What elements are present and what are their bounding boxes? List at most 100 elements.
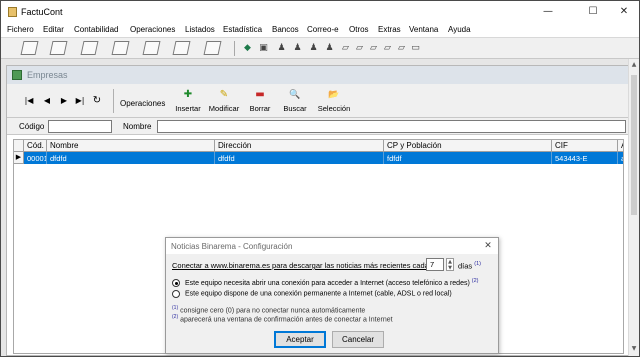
empresas-toolbar: |◀ ◀ ▶ ▶| ↻ Operaciones ✚ Insertar ✎ Mod… xyxy=(7,84,628,118)
toolbar-separator xyxy=(113,89,114,113)
prev-record-button[interactable]: ◀ xyxy=(41,96,53,106)
table-cell-codigo[interactable]: 00001 xyxy=(24,152,47,164)
menu-correo[interactable]: Correo-e xyxy=(307,25,339,34)
menu-operaciones[interactable]: Operaciones xyxy=(130,25,175,34)
close-button[interactable]: ✕ xyxy=(611,4,637,20)
cube-icon[interactable]: ◆ xyxy=(243,44,252,53)
dialog-title-bar: Noticias Binarema - Configuración ✕ xyxy=(166,238,498,254)
last-record-button[interactable]: ▶| xyxy=(74,96,86,106)
document-icon[interactable]: ▱ xyxy=(341,44,350,53)
radio-permanent[interactable] xyxy=(172,290,180,298)
person-icon[interactable]: ♟ xyxy=(309,44,318,53)
refresh-button[interactable]: ↻ xyxy=(91,96,103,106)
note-1-marker: (1) xyxy=(172,305,179,311)
next-record-button[interactable]: ▶ xyxy=(58,96,70,106)
printer-icon[interactable] xyxy=(49,41,68,55)
application-window: FactuCont — ☐ ✕ Fichero Editar Contabili… xyxy=(0,0,640,357)
insertar-button[interactable]: ✚ Insertar xyxy=(170,89,206,115)
seleccion-button[interactable]: 📂 Selección xyxy=(316,89,352,115)
menu-estadistica[interactable]: Estadística xyxy=(223,25,262,34)
table-cell-cif[interactable]: 543443-E xyxy=(552,152,618,164)
empresas-title-bar: Empresas xyxy=(7,66,628,84)
vertical-scrollbar[interactable]: ▲ ▼ xyxy=(628,59,639,356)
pencil-icon: ✎ xyxy=(219,89,229,100)
grid-corner xyxy=(14,140,24,152)
option-dialup-label: Este equipo necesita abrir una conexión … xyxy=(184,279,470,287)
chart-icon[interactable] xyxy=(142,41,161,55)
days-input[interactable]: 7 xyxy=(426,258,444,271)
menu-otros[interactable]: Otros xyxy=(349,25,369,34)
table-cell-a[interactable]: ar xyxy=(618,152,623,164)
scroll-up-icon[interactable]: ▲ xyxy=(629,59,639,71)
scroll-down-icon[interactable]: ▼ xyxy=(629,343,639,355)
first-record-button[interactable]: |◀ xyxy=(23,96,35,106)
window-title: FactuCont xyxy=(21,7,63,17)
nombre-input[interactable] xyxy=(157,120,626,133)
column-header-direccion[interactable]: Dirección xyxy=(215,140,384,152)
option-permanent-row[interactable]: Este equipo dispone de una conexión perm… xyxy=(172,290,452,300)
codigo-input[interactable] xyxy=(48,120,112,133)
modificar-button[interactable]: ✎ Modificar xyxy=(206,89,242,115)
app-icon xyxy=(8,7,17,17)
note-2-marker: (2) xyxy=(172,314,179,320)
table-cell-cp-poblacion[interactable]: fdfdf xyxy=(384,152,552,164)
edit-doc-icon[interactable] xyxy=(80,41,99,55)
connect-text: Conectar a www.binarema.es para descarga… xyxy=(172,261,429,270)
table-cell-direccion[interactable]: dfdfd xyxy=(215,152,384,164)
menu-fichero[interactable]: Fichero xyxy=(7,25,34,34)
menu-editar[interactable]: Editar xyxy=(43,25,64,34)
days-spinner[interactable]: ▲ ▼ xyxy=(446,258,454,271)
dialog-close-button[interactable]: ✕ xyxy=(481,240,495,252)
search-row: Código Nombre xyxy=(7,118,628,135)
row-indicator: ▶ xyxy=(14,152,24,164)
document-icon[interactable]: ▱ xyxy=(397,44,406,53)
document-icon[interactable]: ▱ xyxy=(355,44,364,53)
menu-bancos[interactable]: Bancos xyxy=(272,25,299,34)
menu-ayuda[interactable]: Ayuda xyxy=(448,25,471,34)
document-icon[interactable]: ▱ xyxy=(369,44,378,53)
footnote-2-marker: (2) xyxy=(471,278,479,284)
option-dialup-row[interactable]: Este equipo necesita abrir una conexión … xyxy=(172,278,478,288)
cancel-button[interactable]: Cancelar xyxy=(332,331,384,348)
column-header-cif[interactable]: CIF xyxy=(552,140,618,152)
menu-listados[interactable]: Listados xyxy=(185,25,215,34)
connect-label: Conectar a www.binarema.es para descarga… xyxy=(172,261,429,270)
note-2-text: aparecerá una ventana de confirmación an… xyxy=(180,316,393,324)
person-icon[interactable]: ♟ xyxy=(277,44,286,53)
borrar-label: Borrar xyxy=(249,104,271,113)
empresas-icon xyxy=(12,70,22,80)
buscar-label: Buscar xyxy=(283,104,307,113)
column-header-cp-poblacion[interactable]: CP y Población xyxy=(384,140,552,152)
plus-icon: ✚ xyxy=(183,89,193,100)
document-icon[interactable]: ▱ xyxy=(383,44,392,53)
new-doc-icon[interactable] xyxy=(20,41,39,55)
shapes-icon[interactable] xyxy=(111,41,130,55)
accept-button[interactable]: Aceptar xyxy=(274,331,326,348)
dialog-title: Noticias Binarema - Configuración xyxy=(171,242,293,251)
radio-dialup[interactable] xyxy=(172,279,180,288)
buscar-button[interactable]: 🔍 Buscar xyxy=(277,89,313,115)
minimize-button[interactable]: — xyxy=(535,4,561,20)
empresas-title: Empresas xyxy=(27,70,68,80)
seleccion-label: Selección xyxy=(317,104,351,113)
menu-contabilidad[interactable]: Contabilidad xyxy=(74,25,118,34)
table-cell-nombre[interactable]: dfdfd xyxy=(47,152,215,164)
undo-icon[interactable] xyxy=(203,41,222,55)
option-permanent-label: Este equipo dispone de una conexión perm… xyxy=(184,290,452,298)
delete-icon: ▬ xyxy=(255,89,265,100)
column-header-codigo[interactable]: Cód. xyxy=(24,140,47,152)
column-header-a[interactable]: A xyxy=(618,140,623,152)
menu-extras[interactable]: Extras xyxy=(378,25,401,34)
maximize-button[interactable]: ☐ xyxy=(580,4,606,20)
person-icon[interactable]: ♟ xyxy=(293,44,302,53)
borrar-button[interactable]: ▬ Borrar xyxy=(242,89,278,115)
box-icon[interactable]: ▣ xyxy=(259,44,268,53)
scrollbar-thumb[interactable] xyxy=(631,75,637,215)
days-label: días (1) xyxy=(458,261,481,271)
column-header-nombre[interactable]: Nombre xyxy=(47,140,215,152)
menu-ventana[interactable]: Ventana xyxy=(409,25,438,34)
truck-icon[interactable]: ▭ xyxy=(411,44,420,53)
tools-icon[interactable] xyxy=(172,41,191,55)
menu-bar: Fichero Editar Contabilidad Operaciones … xyxy=(1,23,639,37)
person-icon[interactable]: ♟ xyxy=(325,44,334,53)
